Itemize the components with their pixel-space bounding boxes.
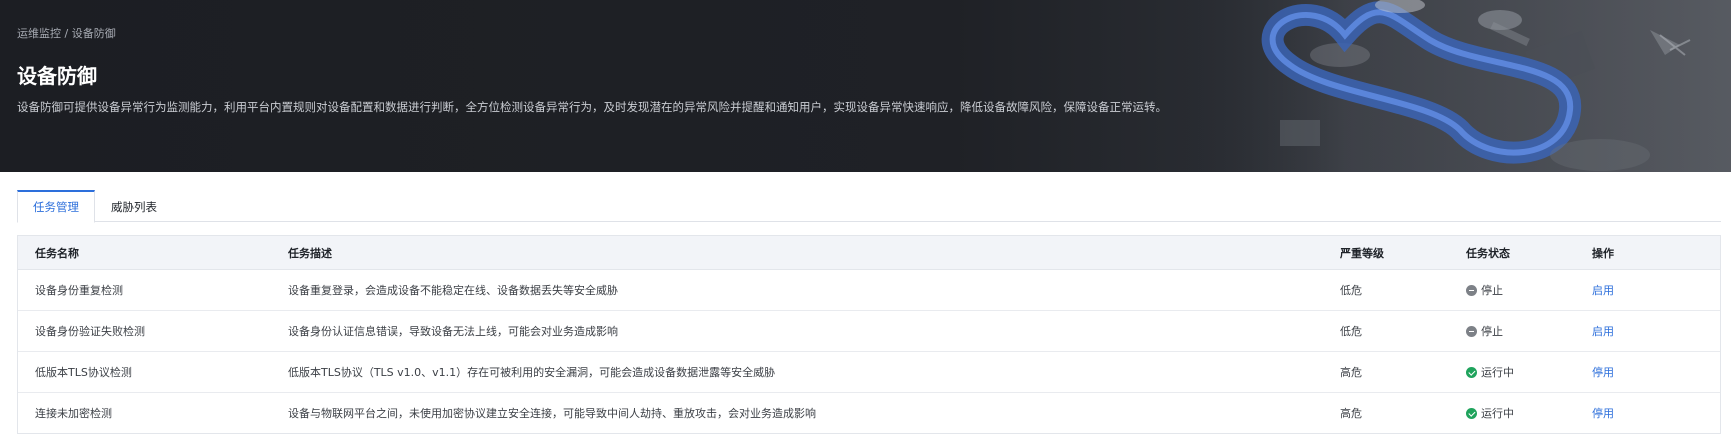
stop-icon [1466, 284, 1477, 296]
action-cell: 停用 [1592, 393, 1720, 433]
tab-bar: 任务管理 威胁列表 [17, 190, 173, 223]
page-description: 设备防御可提供设备异常行为监测能力，利用平台内置规则对设备配置和数据进行判断，全… [17, 100, 1167, 114]
table-row: 设备身份验证失败检测 设备身份认证信息错误，导致设备无法上线，可能会对业务造成影… [18, 311, 1720, 352]
severity-level: 低危 [1340, 325, 1362, 338]
severity-level: 高危 [1340, 366, 1362, 379]
severity-level: 高危 [1340, 407, 1362, 420]
status-label: 运行中 [1481, 407, 1514, 420]
task-name: 低版本TLS协议检测 [35, 366, 132, 379]
table-row: 低版本TLS协议检测 低版本TLS协议（TLS v1.0、v1.1）存在可被利用… [18, 352, 1720, 393]
task-description: 设备重复登录，会造成设备不能稳定在线、设备数据丢失等安全威胁 [288, 284, 618, 297]
infinity-decoration-icon [1180, 0, 1731, 172]
task-description: 设备与物联网平台之间，未使用加密协议建立安全连接，可能导致中间人劫持、重放攻击，… [288, 407, 816, 420]
column-header-status: 任务状态 [1466, 246, 1510, 260]
page-title: 设备防御 [17, 64, 97, 88]
breadcrumb-current: 设备防御 [71, 27, 116, 40]
column-header-action: 操作 [1592, 246, 1614, 260]
disable-link[interactable]: 停用 [1592, 364, 1614, 380]
task-name: 设备身份验证失败检测 [35, 325, 145, 338]
breadcrumb: 运维监控 / 设备防御 [17, 25, 116, 41]
action-cell: 停用 [1592, 352, 1720, 392]
task-status: 运行中 [1466, 352, 1592, 392]
check-icon [1466, 366, 1477, 378]
status-label: 运行中 [1481, 366, 1514, 379]
status-label: 停止 [1481, 284, 1503, 297]
severity-level: 低危 [1340, 284, 1362, 297]
table-header: 任务名称 任务描述 严重等级 任务状态 操作 [18, 236, 1720, 270]
task-name: 设备身份重复检测 [35, 284, 123, 297]
stop-icon [1466, 325, 1477, 337]
task-name: 连接未加密检测 [35, 407, 112, 420]
table-row: 设备身份重复检测 设备重复登录，会造成设备不能稳定在线、设备数据丢失等安全威胁 … [18, 270, 1720, 311]
column-header-name: 任务名称 [35, 246, 79, 260]
breadcrumb-separator: / [61, 27, 72, 40]
column-header-description: 任务描述 [288, 246, 332, 260]
tab-threat-list[interactable]: 威胁列表 [95, 190, 173, 222]
task-description: 设备身份认证信息错误，导致设备无法上线，可能会对业务造成影响 [288, 325, 618, 338]
enable-link[interactable]: 启用 [1592, 323, 1614, 339]
column-header-level: 严重等级 [1340, 246, 1384, 260]
task-status: 运行中 [1466, 393, 1592, 433]
table-row: 连接未加密检测 设备与物联网平台之间，未使用加密协议建立安全连接，可能导致中间人… [18, 393, 1720, 433]
task-status: 停止 [1466, 270, 1592, 310]
disable-link[interactable]: 停用 [1592, 405, 1614, 421]
tab-task-management[interactable]: 任务管理 [17, 190, 95, 223]
task-status: 停止 [1466, 311, 1592, 351]
action-cell: 启用 [1592, 270, 1720, 310]
action-cell: 启用 [1592, 311, 1720, 351]
status-label: 停止 [1481, 325, 1503, 338]
tabs-divider [17, 221, 1721, 222]
task-table: 任务名称 任务描述 严重等级 任务状态 操作 设备身份重复检测 设备重复登录，会… [17, 235, 1721, 434]
page-header-banner: 运维监控 / 设备防御 设备防御 设备防御可提供设备异常行为监测能力，利用平台内… [0, 0, 1731, 172]
breadcrumb-parent[interactable]: 运维监控 [17, 27, 61, 40]
check-icon [1466, 407, 1477, 419]
task-description: 低版本TLS协议（TLS v1.0、v1.1）存在可被利用的安全漏洞，可能会造成… [288, 366, 776, 379]
enable-link[interactable]: 启用 [1592, 282, 1614, 298]
